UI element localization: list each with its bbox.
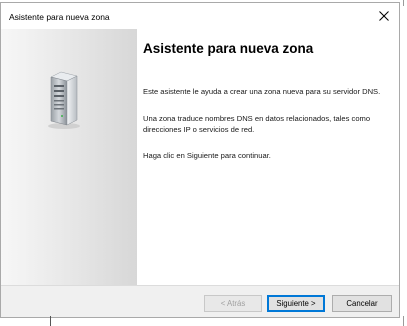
close-icon [379, 11, 389, 21]
wizard-heading: Asistente para nueva zona [143, 41, 314, 56]
server-icon [48, 71, 80, 129]
text-cursor-mark [50, 316, 51, 326]
new-zone-wizard-dialog: Asistente para nueva zona Asistente para… [0, 2, 400, 318]
close-button[interactable] [369, 3, 399, 29]
title-bar[interactable]: Asistente para nueva zona [1, 3, 399, 29]
button-bar: < Atrás Siguiente > Cancelar [1, 286, 399, 317]
wizard-side-panel [1, 29, 137, 285]
next-button[interactable]: Siguiente > [267, 295, 325, 312]
continue-instruction: Haga clic en Siguiente para continuar. [143, 151, 271, 160]
zone-description-paragraph: Una zona traduce nombres DNS en datos re… [143, 114, 371, 134]
window-title: Asistente para nueva zona [9, 12, 110, 22]
wizard-content: Asistente para nueva zona Este asistente… [137, 29, 399, 285]
back-button[interactable]: < Atrás [204, 295, 262, 312]
intro-paragraph: Este asistente le ayuda a crear una zona… [143, 87, 381, 96]
edge-marker-top [403, 0, 404, 6]
cancel-button[interactable]: Cancelar [332, 295, 392, 312]
edge-marker-bottom [403, 316, 404, 326]
